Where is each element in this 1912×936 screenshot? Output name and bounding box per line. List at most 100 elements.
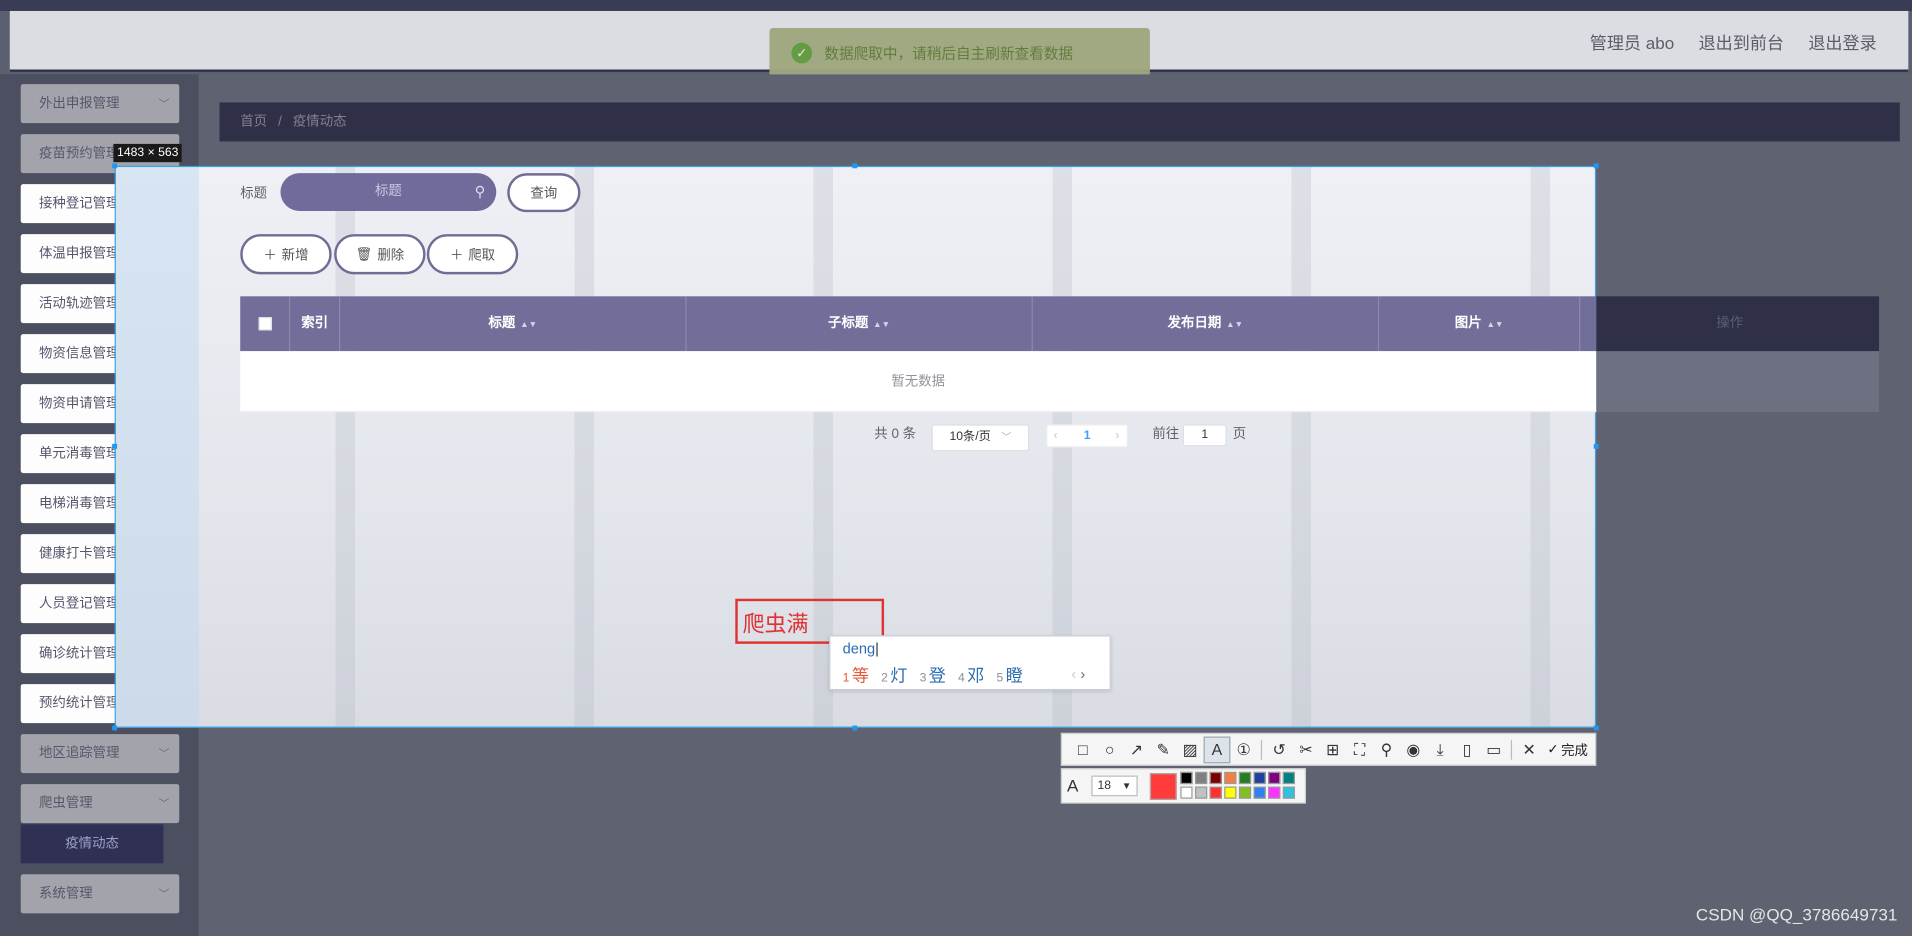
- color-swatch[interactable]: [1282, 786, 1295, 799]
- query-button[interactable]: 查询: [507, 173, 581, 213]
- sidebar-item-label: 体温申报管理: [39, 246, 120, 261]
- ime-candidate[interactable]: 1等: [843, 663, 869, 687]
- color-swatch[interactable]: [1195, 786, 1208, 799]
- check-icon: ✓: [1547, 742, 1559, 758]
- color-swatch[interactable]: [1268, 786, 1281, 799]
- font-size-select[interactable]: 18 ▼: [1091, 775, 1138, 797]
- color-swatch[interactable]: [1224, 771, 1237, 785]
- resize-handle[interactable]: [852, 725, 858, 731]
- close-icon[interactable]: ✕: [1516, 736, 1543, 763]
- plus-icon: ＋: [263, 248, 277, 263]
- color-swatch[interactable]: [1238, 771, 1252, 785]
- column-header-image[interactable]: 图片 ▲▼: [1379, 296, 1581, 352]
- ime-prev-icon[interactable]: ‹: [1071, 666, 1076, 683]
- text-tool-icon[interactable]: A: [1203, 735, 1231, 763]
- sidebar-item[interactable]: 地区追踪管理 ﹀: [20, 734, 180, 774]
- sidebar-item-system[interactable]: 系统管理 ﹀: [20, 874, 180, 914]
- color-swatch[interactable]: [1209, 771, 1222, 785]
- column-label: 图片: [1454, 315, 1482, 331]
- chevron-down-icon: ﹀: [158, 97, 170, 110]
- resize-handle[interactable]: [852, 163, 858, 169]
- bookmark-icon[interactable]: ▭: [1480, 736, 1507, 763]
- resize-handle[interactable]: [1593, 725, 1599, 731]
- goto-label: 前往: [1152, 426, 1180, 442]
- ime-candidate[interactable]: 2灯: [881, 663, 907, 687]
- breadcrumb: 首页 / 疫情动态: [219, 102, 1900, 142]
- pen-icon[interactable]: ✎: [1150, 736, 1177, 763]
- long-capture-icon[interactable]: ⛶: [1346, 736, 1373, 763]
- logout-link[interactable]: 退出登录: [1808, 30, 1876, 54]
- column-header-date[interactable]: 发布日期 ▲▼: [1033, 296, 1380, 352]
- delete-button[interactable]: 🗑 删除: [334, 234, 426, 275]
- breadcrumb-separator: /: [278, 114, 282, 130]
- current-color-swatch[interactable]: [1149, 773, 1177, 800]
- resize-handle[interactable]: [1593, 163, 1599, 169]
- ime-candidate[interactable]: 3登: [920, 663, 946, 687]
- ime-candidate-char: 等: [851, 665, 869, 686]
- chevron-down-icon: ﹀: [1001, 431, 1012, 443]
- page-size-value: 10条/页: [949, 430, 991, 444]
- translate-icon[interactable]: ⊞: [1319, 736, 1346, 763]
- mosaic-icon[interactable]: ▨: [1177, 736, 1204, 763]
- sidebar-item[interactable]: 爬虫管理 ﹀: [20, 784, 180, 824]
- frontend-link[interactable]: 退出到前台: [1699, 30, 1784, 54]
- ime-candidate[interactable]: 5瞪: [997, 663, 1023, 687]
- rectangle-icon[interactable]: □: [1069, 736, 1096, 763]
- next-page-icon[interactable]: ›: [1115, 426, 1119, 447]
- sort-icon[interactable]: ▲▼: [1487, 321, 1504, 330]
- sidebar-item[interactable]: 外出申报管理 ﹀: [20, 84, 180, 124]
- ime-candidate-number: 3: [919, 671, 927, 686]
- goto-page-input[interactable]: 1: [1182, 424, 1227, 447]
- phone-icon[interactable]: ▯: [1454, 736, 1481, 763]
- breadcrumb-home[interactable]: 首页: [240, 115, 267, 130]
- add-button[interactable]: ＋ 新增: [240, 234, 332, 275]
- download-icon[interactable]: ⤓: [1427, 736, 1454, 763]
- pager-nav: ‹ 1 ›: [1046, 424, 1128, 448]
- search-input[interactable]: 标题 ⚲: [280, 173, 497, 211]
- sort-icon[interactable]: ▲▼: [1226, 321, 1243, 330]
- record-icon[interactable]: ◉: [1400, 736, 1427, 763]
- color-swatch[interactable]: [1224, 786, 1237, 799]
- ellipse-icon[interactable]: ○: [1096, 736, 1123, 763]
- ime-next-icon[interactable]: ›: [1080, 666, 1085, 683]
- current-page[interactable]: 1: [1084, 429, 1091, 442]
- pin-icon[interactable]: ⚲: [1373, 736, 1400, 763]
- serial-number-icon[interactable]: ①: [1230, 736, 1257, 763]
- header-links: 管理员 abo 退出到前台 退出登录: [1590, 30, 1877, 54]
- query-button-label: 查询: [530, 186, 558, 202]
- color-swatch[interactable]: [1253, 771, 1266, 785]
- select-all-checkbox[interactable]: [258, 317, 272, 331]
- color-swatch[interactable]: [1209, 786, 1222, 799]
- arrow-icon[interactable]: ↗: [1123, 736, 1150, 763]
- page-size-select[interactable]: 10条/页 ﹀: [931, 424, 1030, 452]
- sidebar-item-label: 地区追踪管理: [39, 746, 120, 761]
- separator: [1510, 739, 1513, 760]
- crawl-button[interactable]: ＋ 爬取: [426, 234, 519, 275]
- color-swatch[interactable]: [1180, 786, 1193, 799]
- ime-candidate[interactable]: 4邓: [958, 663, 984, 687]
- sidebar-subitem-epidemic-news[interactable]: 疫情动态: [20, 824, 164, 864]
- color-swatch[interactable]: [1282, 771, 1295, 785]
- resize-handle[interactable]: [1593, 443, 1599, 449]
- font-size-value: 18: [1097, 779, 1112, 793]
- sidebar-item-label: 活动轨迹管理: [39, 296, 120, 311]
- prev-page-icon[interactable]: ‹: [1054, 426, 1058, 447]
- sort-icon[interactable]: ▲▼: [873, 321, 890, 330]
- done-button[interactable]: ✓ 完成: [1547, 740, 1588, 760]
- resize-handle[interactable]: [112, 443, 118, 449]
- column-label: 索引: [301, 315, 329, 331]
- sort-icon[interactable]: ▲▼: [520, 321, 537, 330]
- column-header-subtitle[interactable]: 子标题 ▲▼: [687, 296, 1033, 352]
- color-swatch[interactable]: [1268, 771, 1281, 785]
- column-header-title[interactable]: 标题 ▲▼: [340, 296, 687, 352]
- color-swatch[interactable]: [1238, 786, 1252, 799]
- chevron-down-icon: ﹀: [158, 797, 170, 810]
- color-swatch[interactable]: [1180, 771, 1193, 785]
- color-swatch[interactable]: [1195, 771, 1208, 785]
- sidebar-item-label: 接种登记管理: [39, 196, 120, 211]
- color-swatch[interactable]: [1253, 786, 1266, 799]
- resize-handle[interactable]: [112, 725, 118, 731]
- undo-icon[interactable]: ↺: [1266, 736, 1293, 763]
- ocr-icon[interactable]: ✂: [1293, 736, 1320, 763]
- resize-handle[interactable]: [112, 163, 118, 169]
